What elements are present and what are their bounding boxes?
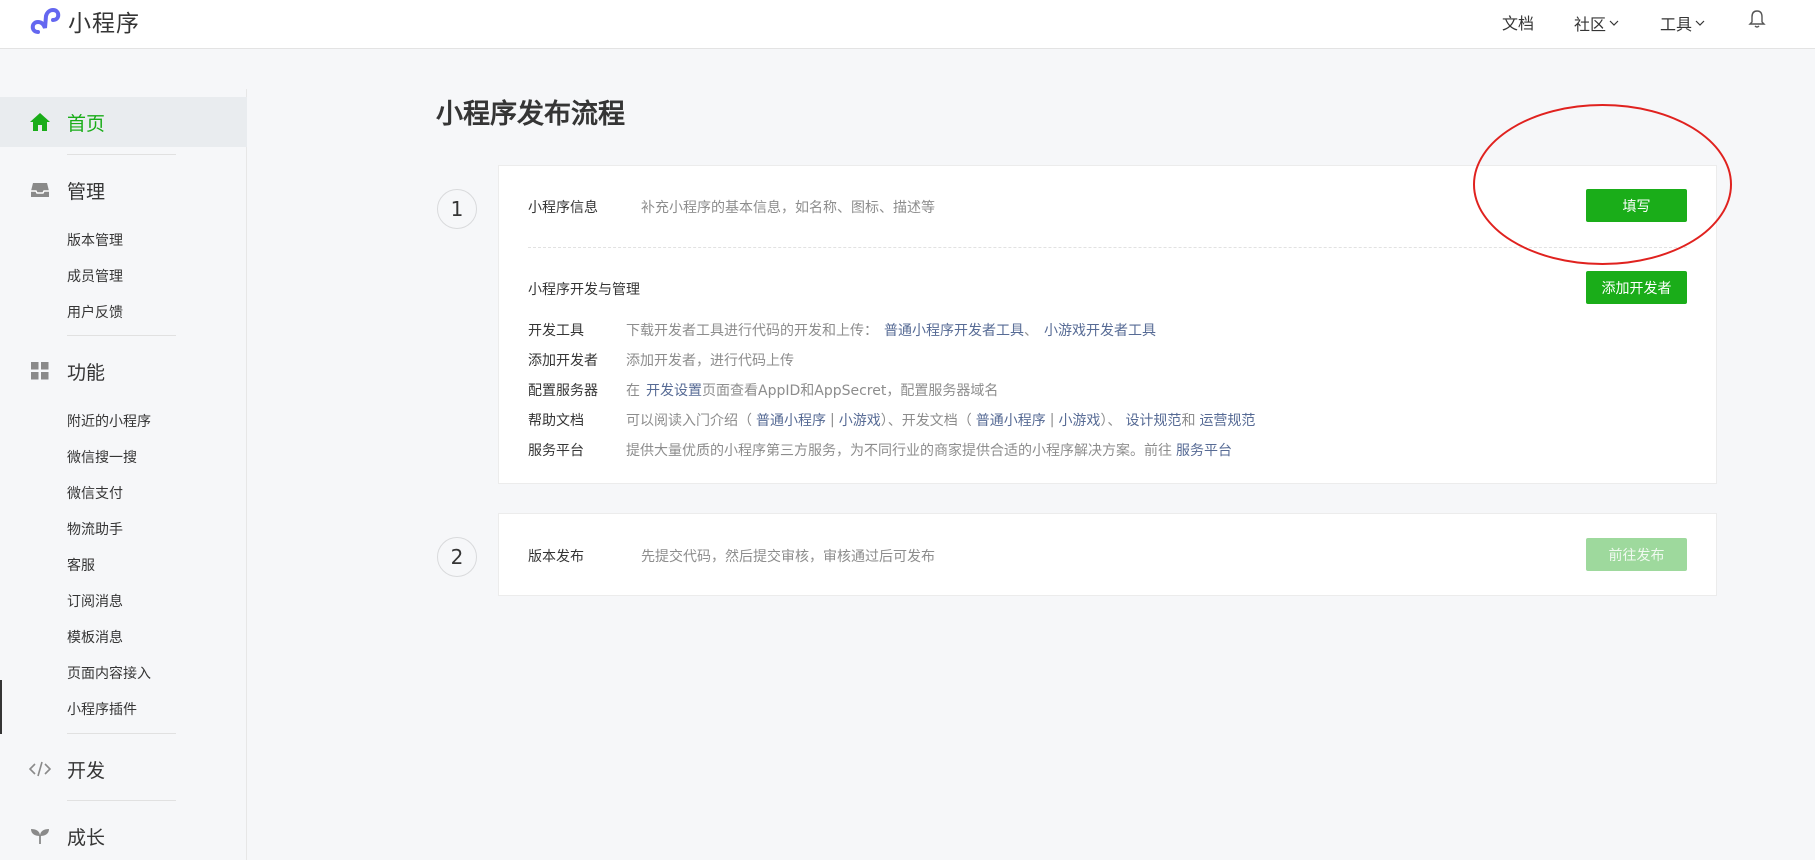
divider: [67, 800, 176, 801]
sidebar-item-home[interactable]: 首页: [0, 97, 247, 147]
sidebar-item-label: 成长: [67, 826, 106, 849]
mini-program-info-title: 小程序信息: [528, 200, 598, 216]
chevron-down-icon: [1695, 20, 1705, 26]
sidebar: [0, 89, 247, 860]
detail-row-tools: 开发工具 下载开发者工具进行代码的开发和上传： 普通小程序开发者工具 、 小游戏…: [528, 320, 1156, 340]
detail-text: 可以阅读入门介绍（: [626, 413, 752, 429]
sidebar-item-label: 首页: [67, 112, 106, 135]
sidebar-item-growth[interactable]: 成长: [0, 824, 247, 849]
detail-row-service: 服务平台 提供大量优质的小程序第三方服务，为不同行业的商家提供合适的小程序解决方…: [528, 440, 1232, 460]
inbox-icon: [29, 179, 51, 201]
detail-row-server: 配置服务器 在 开发设置 页面查看AppID和AppSecret，配置服务器域名: [528, 380, 998, 400]
detail-row-help: 帮助文档 可以阅读入门介绍（ 普通小程序 | 小游戏 ）、开发文档（ 普通小程序…: [528, 410, 1255, 430]
go-release-button[interactable]: 前往发布: [1586, 538, 1687, 571]
notification-button[interactable]: [1748, 9, 1766, 29]
sidebar-item-label: 功能: [67, 361, 106, 384]
operation-spec-link[interactable]: 运营规范: [1199, 410, 1255, 430]
detail-text: ）、开发文档（: [880, 413, 972, 429]
sidebar-subitem-logistics[interactable]: 物流助手: [67, 519, 123, 539]
dev-settings-link[interactable]: 开发设置: [646, 380, 702, 400]
release-desc: 先提交代码，然后提交审核，审核通过后可发布: [641, 549, 935, 565]
sidebar-subitem-plugin[interactable]: 小程序插件: [67, 699, 137, 719]
sidebar-subitem-feedback[interactable]: 用户反馈: [67, 302, 123, 322]
dev-tools-link[interactable]: 普通小程序开发者工具: [884, 320, 1024, 340]
separator: |: [830, 412, 835, 428]
top-header: 小程序 文档 社区 工具: [0, 0, 1815, 49]
divider: [528, 247, 1687, 248]
detail-text: 页面查看AppID和AppSecret，配置服务器域名: [702, 383, 999, 399]
detail-text: 添加开发者，进行代码上传: [626, 353, 794, 369]
docs-mini-program-link[interactable]: 普通小程序: [976, 410, 1046, 430]
sidebar-subitem-nearby[interactable]: 附近的小程序: [67, 411, 151, 431]
detail-label: 开发工具: [528, 323, 584, 339]
sidebar-subitem-search[interactable]: 微信搜一搜: [67, 447, 137, 467]
docs-game-link[interactable]: 小游戏: [1058, 410, 1100, 430]
separator: 、: [1024, 323, 1038, 339]
logo-text: 小程序: [68, 11, 140, 37]
intro-mini-program-link[interactable]: 普通小程序: [756, 410, 826, 430]
code-icon: [29, 758, 51, 780]
sidebar-subitem-version[interactable]: 版本管理: [67, 230, 123, 250]
nav-docs-link[interactable]: 文档: [1502, 10, 1534, 34]
game-tools-link[interactable]: 小游戏开发者工具: [1044, 320, 1156, 340]
sidebar-item-develop[interactable]: 开发: [0, 757, 247, 782]
sidebar-subitem-template[interactable]: 模板消息: [67, 627, 123, 647]
logo-icon: [30, 7, 61, 34]
detail-row-add-developer: 添加开发者 添加开发者，进行代码上传: [528, 350, 794, 370]
design-spec-link[interactable]: 设计规范: [1125, 410, 1181, 430]
bell-icon: [1748, 10, 1766, 28]
sidebar-subitem-subscribe[interactable]: 订阅消息: [67, 591, 123, 611]
divider: [67, 733, 176, 734]
sidebar-item-label: 管理: [67, 180, 106, 203]
sidebar-item-features[interactable]: 功能: [0, 359, 247, 384]
nav-community-menu[interactable]: 社区: [1574, 11, 1619, 35]
nav-tools-label: 工具: [1660, 15, 1693, 34]
mini-program-info-desc: 补充小程序的基本信息，如名称、图标、描述等: [641, 200, 935, 216]
dev-manage-title: 小程序开发与管理: [528, 282, 640, 298]
detail-text: 在: [626, 383, 640, 399]
sidebar-subitem-pay[interactable]: 微信支付: [67, 483, 123, 503]
release-title: 版本发布: [528, 549, 584, 565]
chevron-down-icon: [1609, 20, 1619, 26]
service-platform-link[interactable]: 服务平台: [1176, 440, 1232, 460]
sidebar-subitem-content[interactable]: 页面内容接入: [67, 663, 151, 683]
separator: |: [1049, 412, 1055, 428]
detail-label: 服务平台: [528, 443, 584, 459]
divider: [67, 154, 176, 155]
step-number: 1: [437, 189, 477, 229]
add-developer-button[interactable]: 添加开发者: [1586, 271, 1687, 304]
sidebar-subitem-members[interactable]: 成员管理: [67, 266, 123, 286]
logo[interactable]: 小程序: [28, 4, 140, 38]
sidebar-item-label: 开发: [67, 759, 106, 782]
step-number: 2: [437, 537, 477, 577]
sidebar-subitem-service[interactable]: 客服: [67, 555, 95, 575]
detail-label: 帮助文档: [528, 413, 584, 429]
detail-text: ）、: [1100, 413, 1122, 429]
nav-tools-menu[interactable]: 工具: [1660, 11, 1705, 35]
page-title: 小程序发布流程: [436, 99, 625, 130]
intro-game-link[interactable]: 小游戏: [839, 410, 881, 430]
step1-card: 小程序信息 补充小程序的基本信息，如名称、图标、描述等 填写 小程序开发与管理 …: [498, 165, 1717, 484]
fill-info-button[interactable]: 填写: [1586, 189, 1687, 222]
detail-text: 下载开发者工具进行代码的开发和上传：: [626, 323, 878, 339]
nav-community-label: 社区: [1574, 15, 1607, 34]
detail-text: 和: [1181, 413, 1196, 429]
sprout-icon: [29, 825, 51, 847]
divider: [67, 335, 176, 336]
step2-card: 版本发布 先提交代码，然后提交审核，审核通过后可发布 前往发布: [498, 513, 1717, 596]
detail-label: 添加开发者: [528, 353, 598, 369]
sidebar-item-manage[interactable]: 管理: [0, 178, 247, 203]
home-icon: [29, 111, 51, 133]
active-indicator: [0, 680, 2, 734]
detail-text: 提供大量优质的小程序第三方服务，为不同行业的商家提供合适的小程序解决方案。前往: [626, 443, 1172, 459]
detail-label: 配置服务器: [528, 383, 598, 399]
grid-icon: [29, 360, 51, 382]
